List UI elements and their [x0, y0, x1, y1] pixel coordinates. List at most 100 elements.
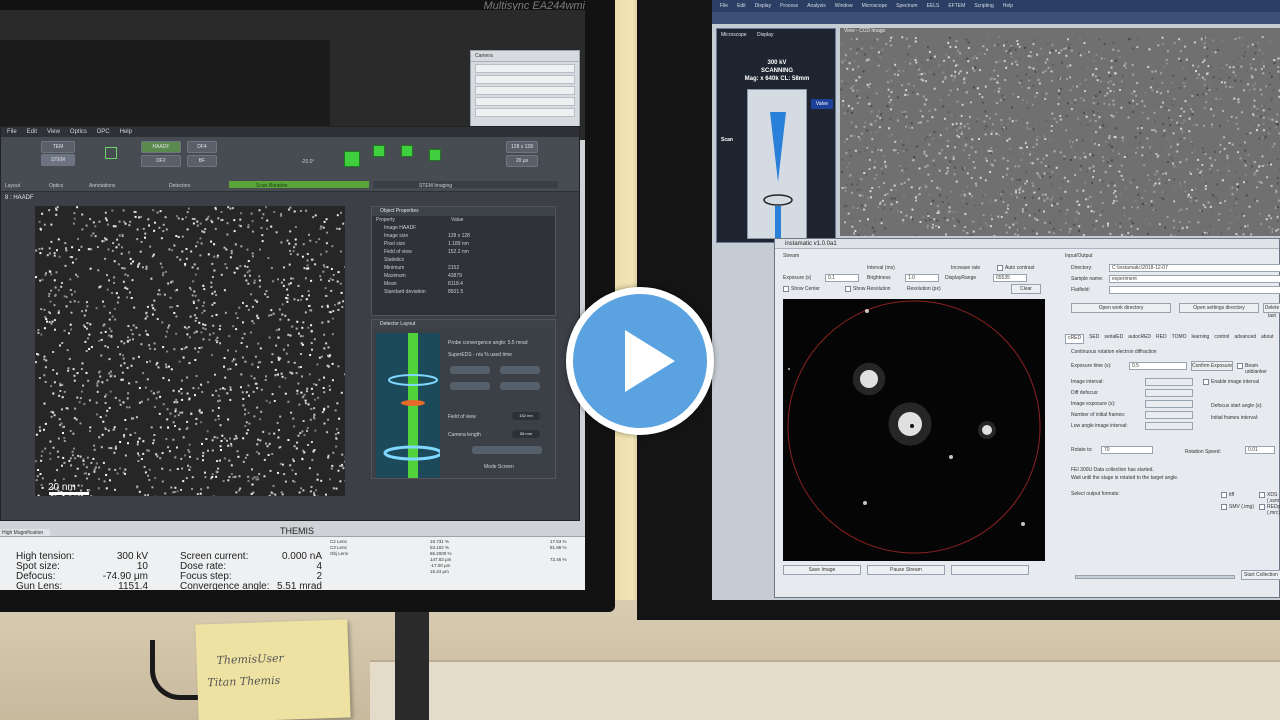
- acquire-series-icon[interactable]: [373, 145, 385, 157]
- exposure-field[interactable]: 0.1: [825, 274, 859, 282]
- auto-contrast-checkbox[interactable]: [997, 265, 1003, 271]
- instamatic-tab[interactable]: advanced: [1234, 334, 1256, 344]
- tab-microscope[interactable]: Microscope: [721, 32, 747, 38]
- camera-length-stepper[interactable]: 58 mm: [512, 430, 540, 438]
- instamatic-tab[interactable]: TOMO: [1172, 334, 1187, 344]
- detector-haadf[interactable]: HAADF: [141, 141, 181, 153]
- open-work-dir-button[interactable]: Open work directory: [1071, 303, 1171, 313]
- menu-help[interactable]: Help: [120, 127, 132, 137]
- format-tiff-checkbox[interactable]: [1221, 492, 1227, 498]
- show-center-checkbox[interactable]: [783, 286, 789, 292]
- image-exposure-field[interactable]: [1145, 400, 1193, 408]
- dwell-time-select[interactable]: 20 μs: [506, 155, 538, 167]
- gms-menu-item[interactable]: Window: [835, 0, 853, 12]
- format-redp-checkbox[interactable]: [1259, 504, 1265, 510]
- camera-field[interactable]: [475, 64, 575, 73]
- open-settings-dir-button[interactable]: Open settings directory: [1179, 303, 1259, 313]
- mode-screen-label[interactable]: Mode Screen: [484, 464, 514, 470]
- sample-field[interactable]: experiment: [1109, 275, 1280, 283]
- start-collection-button[interactable]: Start Collection: [1241, 570, 1280, 580]
- camera-length-apply[interactable]: [472, 446, 542, 454]
- diff-defocus-field[interactable]: [1145, 389, 1193, 397]
- pause-stream-button[interactable]: Pause Stream: [867, 565, 945, 575]
- menu-view[interactable]: View: [47, 127, 60, 137]
- detector-df4[interactable]: DF4: [187, 141, 217, 153]
- acquire-single-icon[interactable]: [429, 149, 441, 161]
- detector-toggle[interactable]: [500, 366, 540, 374]
- instamatic-tab[interactable]: serialED: [1104, 334, 1123, 344]
- rotation-speed-select[interactable]: 0.01: [1245, 446, 1275, 454]
- optics-toggle-icon[interactable]: [105, 147, 117, 159]
- stem-imaging-bar[interactable]: [373, 181, 558, 188]
- gms-menu-item[interactable]: File: [720, 0, 728, 12]
- scan-rotation-bar[interactable]: [229, 181, 369, 188]
- instamatic-tab[interactable]: SED: [1089, 334, 1099, 344]
- scan-label[interactable]: Scan: [721, 137, 733, 143]
- low-angle-field[interactable]: [1145, 422, 1193, 430]
- gms-menu-item[interactable]: Scripting: [974, 0, 993, 12]
- confirm-exposure-button[interactable]: Confirm Exposure: [1191, 361, 1233, 371]
- menu-edit[interactable]: Edit: [27, 127, 37, 137]
- play-button[interactable]: [566, 287, 714, 435]
- flatfield-field[interactable]: [1109, 286, 1280, 294]
- detector-toggle[interactable]: [450, 366, 490, 374]
- acquire-play-icon[interactable]: [344, 151, 360, 167]
- gms-menu-item[interactable]: Analysis: [807, 0, 826, 12]
- instamatic-tab[interactable]: autocRED: [1128, 334, 1151, 344]
- show-resolution-checkbox[interactable]: [845, 286, 851, 292]
- instamatic-tab[interactable]: cRED: [1065, 334, 1085, 344]
- acquire-tiles-icon[interactable]: [401, 145, 413, 157]
- detector-toggle[interactable]: [450, 382, 490, 390]
- gms-menu-item[interactable]: EFTEM: [948, 0, 965, 12]
- detector-toggle[interactable]: [500, 382, 540, 390]
- initial-frames-field[interactable]: [1145, 411, 1193, 419]
- delete-last-button[interactable]: Delete last: [1263, 303, 1280, 319]
- menu-dpc[interactable]: DPC: [97, 127, 110, 137]
- gms-menu-item[interactable]: Help: [1003, 0, 1013, 12]
- progress-slider[interactable]: [1075, 575, 1235, 579]
- detector-layout-title[interactable]: Detector Layout: [372, 320, 555, 329]
- instamatic-tab[interactable]: control: [1214, 334, 1229, 344]
- valve-button[interactable]: Valve: [811, 99, 833, 109]
- frame-size-select[interactable]: 128 x 128: [506, 141, 538, 153]
- brightness-field[interactable]: 1.0: [905, 274, 939, 282]
- ccd-title[interactable]: View - CCD Image: [844, 28, 885, 34]
- camera-field[interactable]: [475, 97, 575, 106]
- camera-field[interactable]: [475, 75, 575, 84]
- detector-bf[interactable]: BF: [187, 155, 217, 167]
- gms-menu-item[interactable]: Spectrum: [896, 0, 917, 12]
- save-image-button[interactable]: Save Image: [783, 565, 861, 575]
- camera-field[interactable]: [475, 86, 575, 95]
- gms-menu-item[interactable]: Process: [780, 0, 798, 12]
- menu-optics[interactable]: Optics: [70, 127, 87, 137]
- instamatic-tab[interactable]: about: [1261, 334, 1274, 344]
- detector-df2[interactable]: DF2: [141, 155, 181, 167]
- camera-tab[interactable]: Camera: [471, 51, 579, 62]
- beam-unblanker-checkbox[interactable]: [1237, 363, 1243, 369]
- format-xds-checkbox[interactable]: [1259, 492, 1265, 498]
- viewer-tab[interactable]: 8 : HAADF: [5, 195, 34, 201]
- display-range-field[interactable]: 65535: [993, 274, 1027, 282]
- object-properties-title[interactable]: Object Properties: [372, 207, 555, 216]
- format-smv-checkbox[interactable]: [1221, 504, 1227, 510]
- exposure-time-field[interactable]: 0.5: [1129, 362, 1187, 370]
- directory-field[interactable]: C:\instamatic\2018-12-07: [1109, 264, 1280, 272]
- stem-button[interactable]: STEM: [41, 154, 75, 166]
- rotate-to-field[interactable]: 70: [1101, 446, 1153, 454]
- camera-field[interactable]: [475, 108, 575, 117]
- gms-menu-item[interactable]: Edit: [737, 0, 746, 12]
- video-frame: Multisync EA244wmi Camera File Edit View: [0, 0, 1280, 720]
- image-interval-field[interactable]: [1145, 378, 1193, 386]
- gms-menu-item[interactable]: EELS: [927, 0, 940, 12]
- disabled-button[interactable]: [951, 565, 1029, 575]
- fov-stepper[interactable]: 152 nm: [512, 412, 540, 420]
- tem-button[interactable]: TEM: [41, 141, 75, 153]
- instamatic-tab[interactable]: RED: [1156, 334, 1167, 344]
- gms-menu-item[interactable]: Microscope: [862, 0, 888, 12]
- menu-file[interactable]: File: [7, 127, 17, 137]
- tab-display[interactable]: Display: [757, 32, 773, 38]
- enable-image-interval-checkbox[interactable]: [1203, 379, 1209, 385]
- instamatic-tab[interactable]: learning: [1192, 334, 1210, 344]
- clear-button[interactable]: Clear: [1011, 284, 1041, 294]
- gms-menu-item[interactable]: Display: [755, 0, 771, 12]
